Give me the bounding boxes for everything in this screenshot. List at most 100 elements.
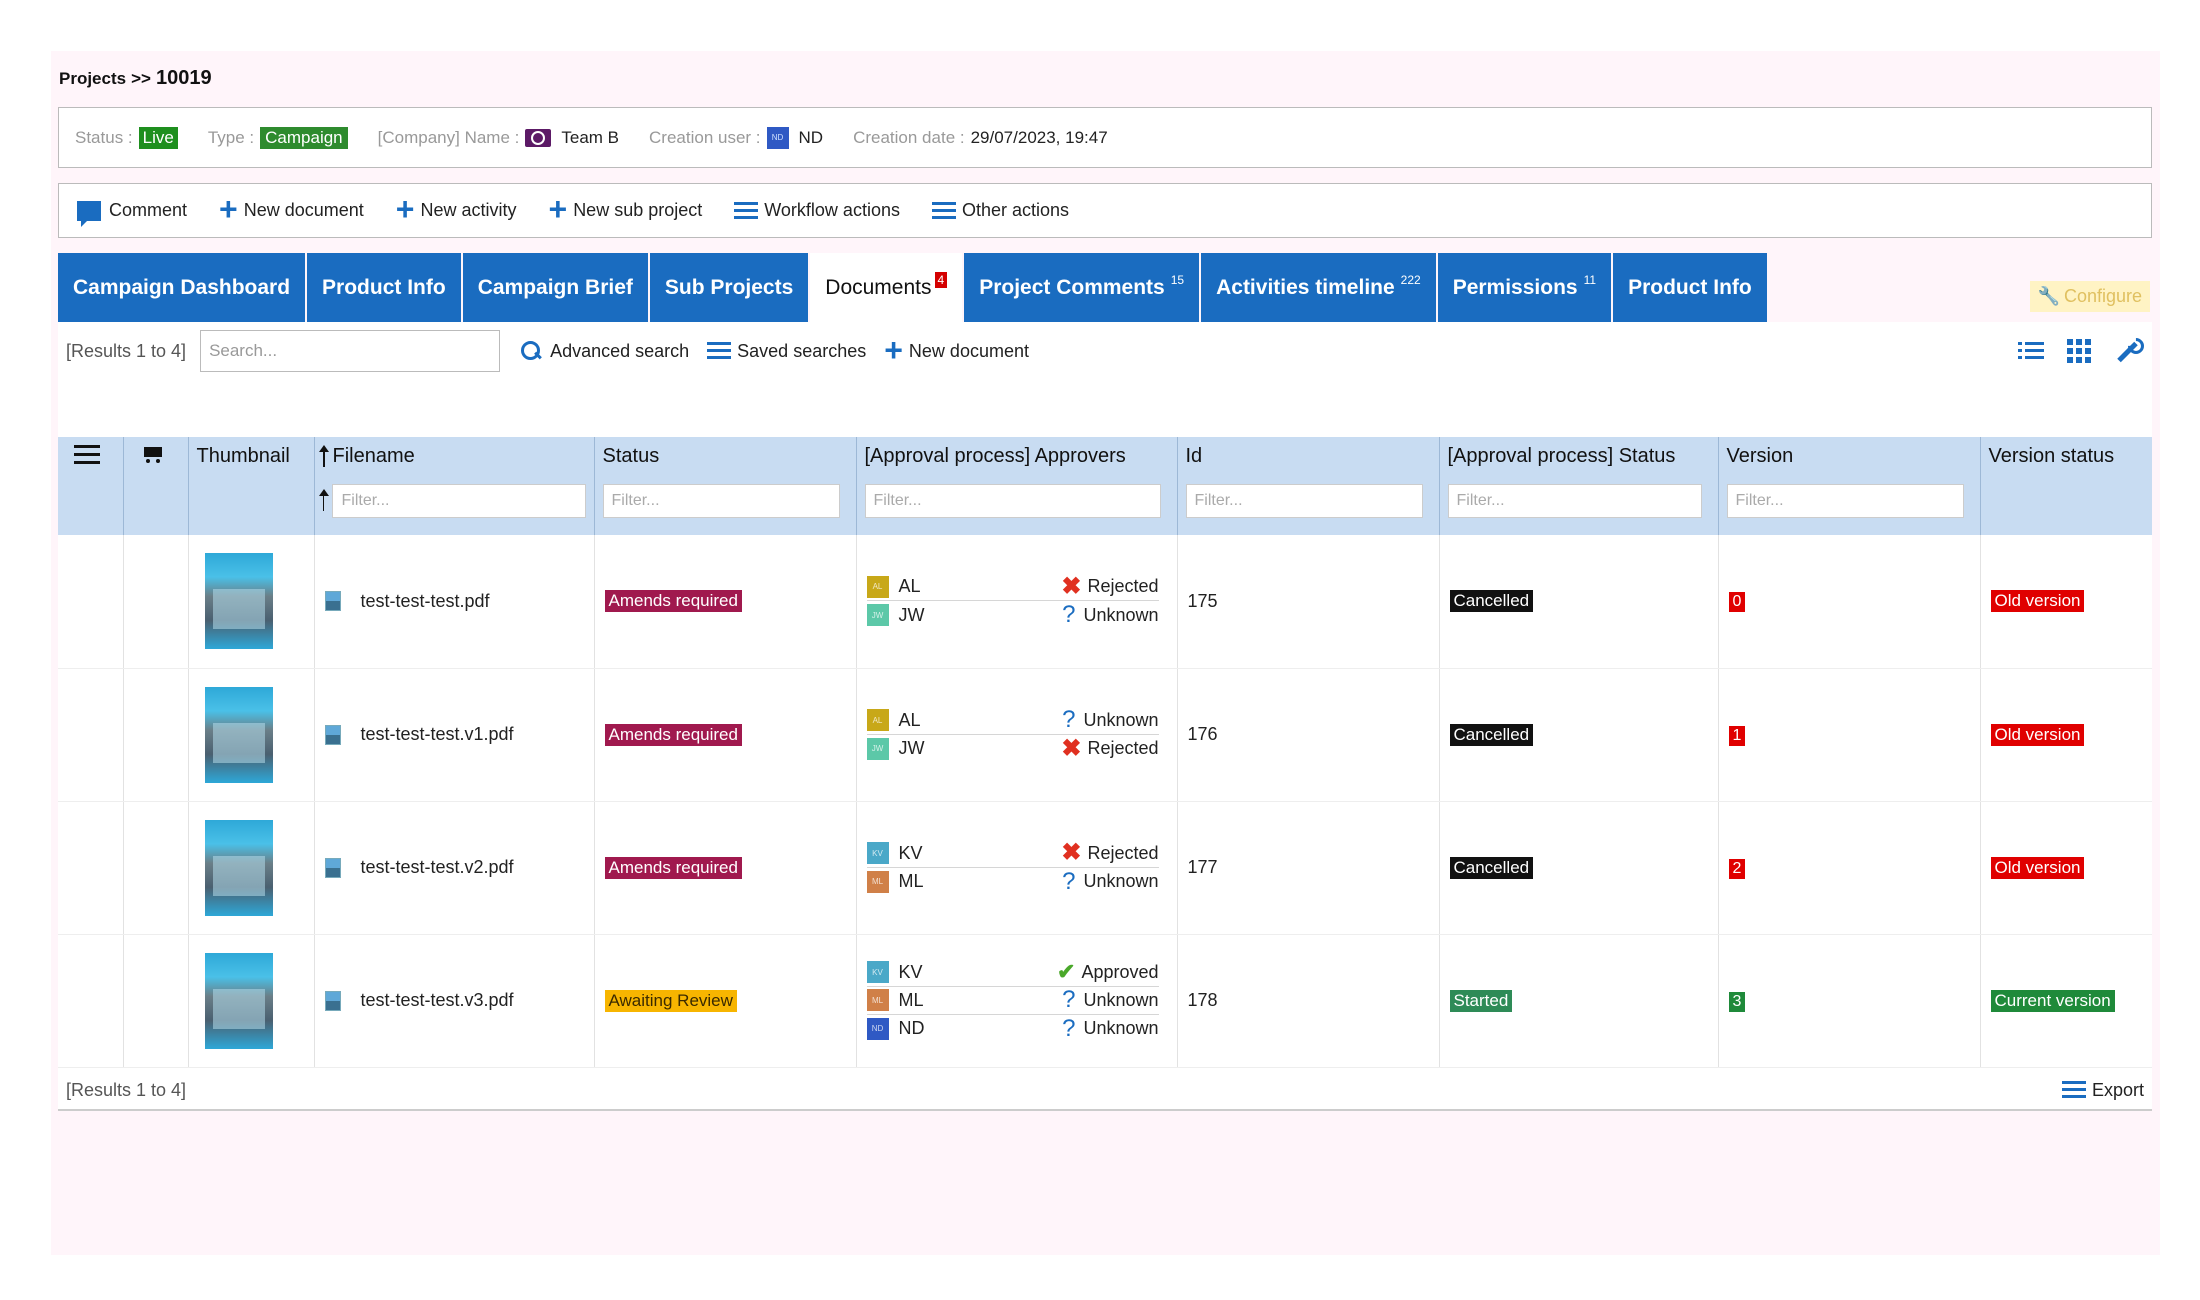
row-cart-cell[interactable] [123,934,189,1068]
approver-avatar: AL [866,575,889,598]
row-menu-cell[interactable] [58,801,124,935]
row-cart-cell[interactable] [123,801,189,935]
approver-entry: KV KV ✔ Approved [866,959,1159,987]
row-cart-cell[interactable] [123,535,189,669]
company-name: Team B [561,127,620,147]
table-row[interactable]: test-test-test.pdf Amends required AL AL… [58,535,2152,669]
column-cart-header[interactable] [123,437,189,535]
creation-date-label: Creation date : [853,127,965,147]
export-button[interactable]: Export [2061,1080,2144,1101]
tab-label: Product Info [322,275,446,299]
filename-link[interactable]: test-test-test.v3.pdf [361,990,514,1011]
column-menu-header[interactable] [58,437,124,535]
grid-view-icon[interactable] [2066,338,2092,364]
tab-project-comments[interactable]: Project Comments 15 [964,253,1200,322]
row-cart-cell[interactable] [123,668,189,802]
approval-status-filter-input[interactable]: Filter... [1447,484,1702,518]
approver-avatar: ML [866,989,889,1011]
breadcrumb: Projects >> 10019 [59,67,212,90]
filename-link[interactable]: test-test-test.v1.pdf [361,724,514,745]
table-row[interactable]: test-test-test.v2.pdf Amends required KV… [58,801,2152,935]
status-filter-input[interactable]: Filter... [602,484,840,518]
column-approvers-header[interactable]: [Approval process] Approvers Filter... [856,437,1178,535]
advanced-search-button[interactable]: Advanced search [520,340,689,362]
tab-permissions[interactable]: Permissions 11 [1437,253,1612,322]
tab-product-info-2[interactable]: Product Info [1613,253,1767,322]
document-thumbnail[interactable] [204,686,273,783]
list-view-icon[interactable] [2018,338,2044,364]
document-thumbnail[interactable] [204,952,273,1049]
workflow-actions-button[interactable]: Workflow actions [734,200,900,221]
approval-status-cell: Started [1439,934,1719,1068]
cart-icon[interactable] [142,445,164,465]
wrench-icon[interactable] [2114,338,2140,364]
filename-filter-input[interactable]: Filter... [332,484,586,518]
approver-avatar: KV [866,842,889,864]
column-version-status-header[interactable]: Version status [1980,437,2152,535]
new-sub-project-button[interactable]: + New sub project [549,193,703,225]
approval-status-cell: Cancelled [1439,535,1719,669]
column-approval-status-header[interactable]: [Approval process] Status Filter... [1439,437,1719,535]
configure-button[interactable]: 🔧 Configure [2029,281,2150,312]
row-menu-cell[interactable] [58,934,124,1068]
breadcrumb-projects-link[interactable]: Projects [59,69,126,88]
approval-state-label: Unknown [1083,871,1159,891]
other-actions-button[interactable]: Other actions [931,200,1069,221]
table-row[interactable]: test-test-test.v1.pdf Amends required AL… [58,668,2152,802]
sort-icon [318,489,329,511]
column-status-header[interactable]: Status Filter... [594,437,857,535]
column-filename-header[interactable]: Filename Filter... [314,437,595,535]
row-menu-cell[interactable] [58,535,124,669]
new-activity-button[interactable]: + New activity [396,193,517,225]
rejected-icon: ✖ [1061,572,1082,600]
tab-campaign-dashboard[interactable]: Campaign Dashboard [58,253,306,322]
company-label: [Company] Name : [377,127,520,147]
version-status-badge: Old version [1990,856,2085,879]
column-version-header[interactable]: Version Filter... [1718,437,1981,535]
approvers-filter-input[interactable]: Filter... [864,484,1161,518]
comment-button[interactable]: Comment [77,200,188,227]
filename-link[interactable]: test-test-test.pdf [361,591,490,612]
tab-product-info[interactable]: Product Info [307,253,461,322]
check-icon: ✔ [1057,959,1076,984]
type-field: Type : Campaign [208,126,348,149]
row-menu-cell[interactable] [58,668,124,802]
approver-entry: AL AL ? Unknown [866,707,1159,735]
table-row[interactable]: test-test-test.v3.pdf Awaiting Review KV… [58,934,2152,1068]
filename-cell: test-test-test.v1.pdf [314,668,595,802]
version-filter-input[interactable]: Filter... [1726,484,1964,518]
version-cell: 1 [1718,668,1981,802]
new-document-label: New document [243,200,364,220]
creation-date-field: Creation date : 29/07/2023, 19:47 [853,128,1108,148]
filename-link[interactable]: test-test-test.v2.pdf [361,857,514,878]
column-id-label: Id [1185,445,1203,467]
new-document-button[interactable]: + New document [219,193,364,225]
question-icon: ? [1062,1014,1076,1042]
approver-entry: KV KV ✖ Rejected [866,840,1159,868]
plus-icon: + [884,331,903,368]
id-filter-input[interactable]: Filter... [1185,484,1423,518]
document-thumbnail[interactable] [204,819,273,916]
approval-status-badge: Cancelled [1449,856,1534,879]
file-icon [324,990,341,1011]
approver-entry: JW JW ? Unknown [866,601,1159,629]
tab-campaign-brief[interactable]: Campaign Brief [462,253,648,322]
hamburger-icon[interactable] [74,445,100,467]
comment-label: Comment [109,200,188,220]
approver-avatar: KV [866,961,889,983]
project-tabs: Campaign Dashboard Product Info Campaign… [58,253,1769,322]
thumbnail-cell [188,535,315,669]
saved-searches-button[interactable]: Saved searches [707,341,866,362]
menu-icon [734,201,759,220]
column-id-header[interactable]: Id Filter... [1177,437,1440,535]
column-filename-label: Filename [332,445,415,467]
tab-activities-timeline[interactable]: Activities timeline 222 [1201,253,1436,322]
approver-avatar: ML [866,870,889,893]
status-badge: Amends required [604,590,742,613]
tab-sub-projects[interactable]: Sub Projects [649,253,809,322]
new-document-inline-button[interactable]: + New document [884,331,1029,368]
approval-status-cell: Cancelled [1439,801,1719,935]
search-input[interactable]: Search... [200,330,501,372]
document-thumbnail[interactable] [204,553,273,650]
tab-documents[interactable]: Documents 4 [810,253,963,322]
